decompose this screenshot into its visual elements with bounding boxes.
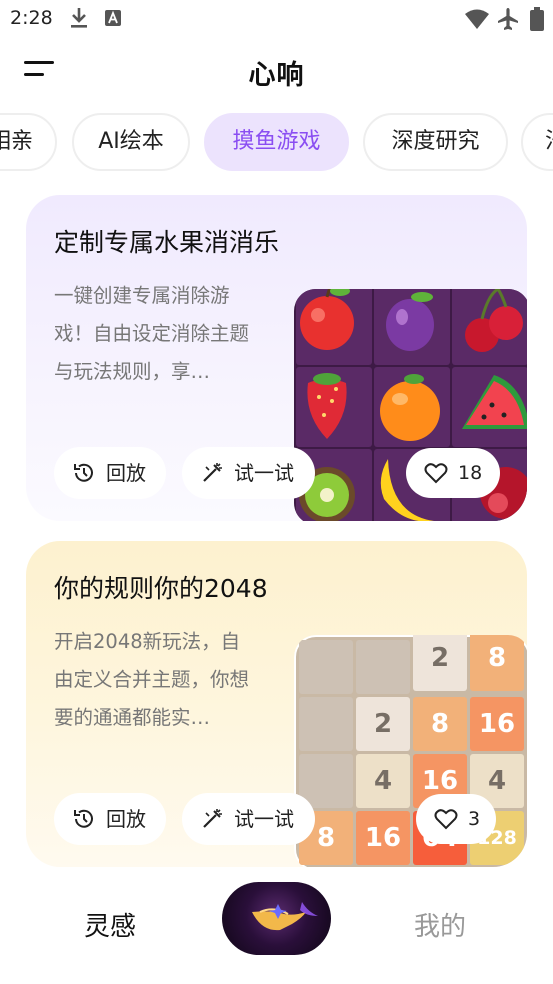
game-card-2048[interactable]: 你的规则你的2048 开启2048新玩法，自由定义合并主题，你想要的通通都能实……: [26, 541, 527, 867]
tab-deep-research[interactable]: 深度研究: [363, 113, 508, 171]
heart-icon: [424, 463, 448, 484]
tab-label: 法: [545, 129, 553, 154]
nav-inspiration[interactable]: 灵感: [84, 906, 136, 943]
replay-button[interactable]: 回放: [54, 447, 166, 499]
app-header: 心响: [0, 44, 553, 100]
try-label: 试一试: [234, 807, 294, 831]
accessibility-icon: [104, 9, 122, 31]
magic-wand-icon: [203, 809, 222, 828]
page-title: 心响: [248, 60, 305, 91]
try-button[interactable]: 试一试: [182, 793, 315, 845]
tile: [299, 697, 353, 751]
try-button[interactable]: 试一试: [182, 447, 315, 499]
like-count: 18: [458, 462, 483, 484]
like-button[interactable]: 3: [416, 794, 496, 844]
airplane-icon: [496, 7, 520, 35]
card-description: 开启2048新玩法，自由定义合并主题，你想要的通通都能实…: [54, 630, 250, 729]
tab-more[interactable]: 法: [521, 113, 553, 171]
tab-ai-picture-book[interactable]: AI绘本: [72, 113, 190, 171]
like-button[interactable]: 18: [406, 448, 500, 498]
replay-label: 回放: [106, 807, 146, 831]
wifi-icon: [464, 8, 490, 34]
download-icon: [68, 6, 90, 34]
nav-mine[interactable]: 我的: [414, 906, 466, 943]
tile: 8: [470, 635, 524, 691]
replay-button[interactable]: 回放: [54, 793, 166, 845]
tab-label: 相亲: [0, 129, 33, 154]
status-time: 2:28: [10, 7, 53, 29]
tile: 4: [356, 754, 410, 808]
tab-label: 摸鱼游戏: [232, 129, 321, 154]
heart-icon: [434, 809, 458, 830]
history-icon: [74, 809, 93, 828]
status-bar: 2:28: [0, 0, 553, 38]
tab-label: AI绘本: [98, 129, 164, 154]
tile: 2: [413, 635, 467, 691]
like-count: 3: [468, 808, 481, 830]
tile: 2: [356, 697, 410, 751]
tab-matchmaking[interactable]: 相亲: [0, 113, 57, 171]
tile: [356, 640, 410, 694]
card-title: 定制专属水果消消乐: [54, 228, 280, 257]
tile: 8: [413, 697, 467, 751]
tab-slacking-games[interactable]: 摸鱼游戏: [204, 113, 349, 171]
magic-lamp-icon: [252, 902, 318, 931]
card-description: 一键创建专属消除游戏！自由设定消除主题与玩法规则，享…: [54, 284, 250, 383]
bottom-nav: 灵感 我的: [0, 870, 553, 984]
magic-wand-icon: [203, 463, 222, 482]
replay-label: 回放: [106, 461, 146, 485]
card-title: 你的规则你的2048: [54, 574, 268, 603]
tile: 16: [356, 811, 410, 865]
tile: 16: [470, 697, 524, 751]
tab-label: 深度研究: [391, 129, 480, 154]
game-card-fruit[interactable]: 定制专属水果消消乐 一键创建专属消除游戏！自由设定消除主题与玩法规则，享… 回放…: [26, 195, 527, 521]
category-tabs: 相亲 AI绘本 摸鱼游戏 深度研究 法: [0, 113, 553, 173]
battery-icon: [530, 7, 544, 35]
app-screen: 2:28 心响 相亲 AI绘本 摸鱼游戏: [0, 0, 553, 984]
tile: [299, 640, 353, 694]
try-label: 试一试: [234, 461, 294, 485]
create-button[interactable]: [222, 882, 331, 955]
history-icon: [74, 463, 93, 482]
